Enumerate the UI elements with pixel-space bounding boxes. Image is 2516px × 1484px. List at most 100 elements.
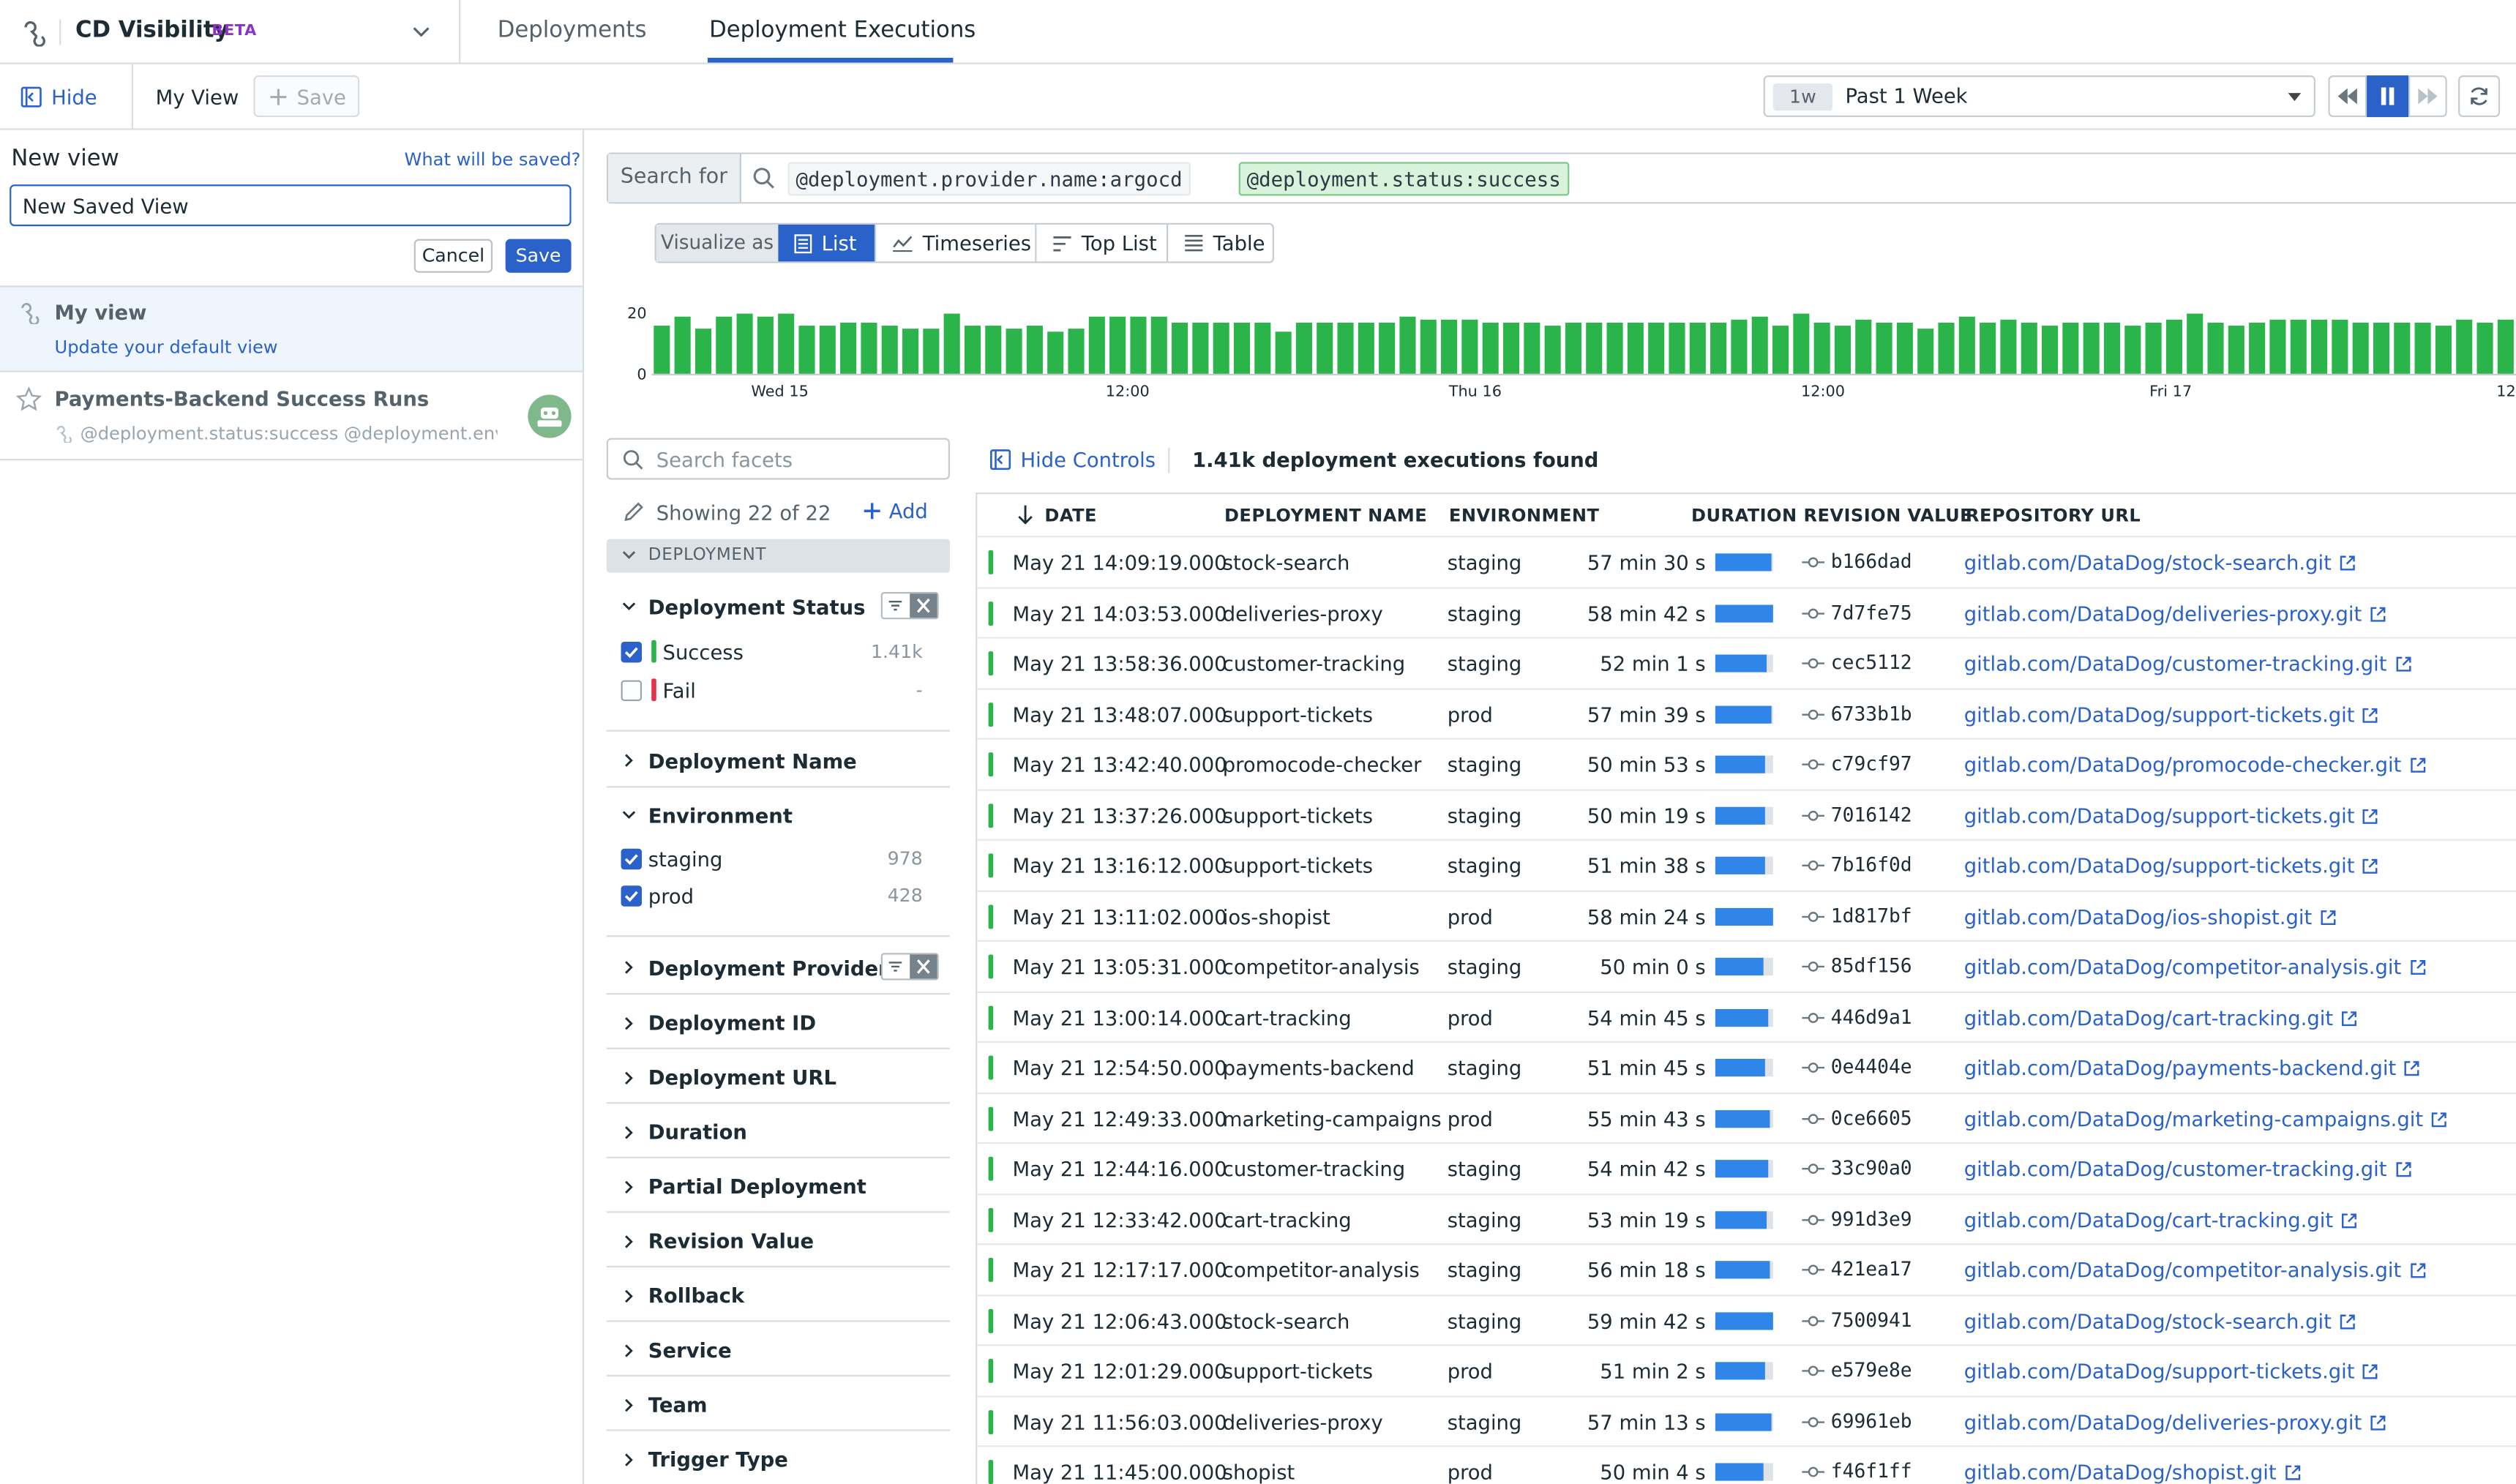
histogram-bar[interactable]: [1731, 319, 1748, 374]
facet-service[interactable]: Service: [606, 1324, 951, 1377]
viz-timeseries-button[interactable]: Timeseries: [874, 224, 1035, 262]
tab-deployment-executions[interactable]: Deployment Executions: [709, 18, 976, 43]
save-view-button[interactable]: Save: [253, 75, 360, 118]
app-switcher[interactable]: CD Visibility BETA: [0, 0, 461, 64]
facet-option-success[interactable]: Success 1.41k: [621, 637, 939, 669]
facet-controls[interactable]: [880, 591, 939, 620]
histogram-bar[interactable]: [1648, 322, 1665, 374]
histogram-bar[interactable]: [2414, 322, 2431, 374]
histogram-bar[interactable]: [1233, 322, 1251, 374]
table-row[interactable]: May 21 11:56:03.000 deliveries-proxy stagi…: [977, 1395, 2516, 1445]
cell-repository-url[interactable]: gitlab.com/DataDog/support-tickets.git: [1964, 1359, 2379, 1383]
histogram-bar[interactable]: [819, 326, 836, 374]
cell-repository-url[interactable]: gitlab.com/DataDog/cart-tracking.git: [1964, 1207, 2357, 1232]
cell-repository-url[interactable]: gitlab.com/DataDog/ios-shopist.git: [1964, 904, 2336, 928]
table-row[interactable]: May 21 13:58:36.000 customer-tracking stag…: [977, 637, 2516, 687]
cell-repository-url[interactable]: gitlab.com/DataDog/competitor-analysis.g…: [1964, 954, 2425, 978]
histogram-bar[interactable]: [1938, 322, 1955, 374]
histogram-bar[interactable]: [1834, 326, 1851, 374]
histogram-bar[interactable]: [2249, 322, 2266, 374]
column-header-revision-value[interactable]: REVISION VALUE: [1803, 506, 1972, 527]
table-row[interactable]: May 21 12:06:43.000 stock-search staging 59…: [977, 1294, 2516, 1344]
histogram-bar[interactable]: [1502, 322, 1520, 374]
view-name-input[interactable]: [10, 184, 572, 227]
cell-repository-url[interactable]: gitlab.com/DataDog/cart-tracking.git: [1964, 1005, 2357, 1029]
table-row[interactable]: May 21 13:48:07.000 support-tickets prod 57…: [977, 687, 2516, 738]
histogram-bar[interactable]: [1669, 322, 1685, 374]
chevron-down-icon[interactable]: [411, 21, 432, 42]
histogram-bar[interactable]: [778, 313, 795, 374]
table-row[interactable]: May 21 12:54:50.000 payments-backend stagi…: [977, 1041, 2516, 1092]
cell-repository-url[interactable]: gitlab.com/DataDog/customer-tracking.git: [1964, 651, 2411, 675]
histogram-bar[interactable]: [902, 329, 919, 374]
histogram-bar[interactable]: [716, 316, 733, 374]
facet-group-deployment[interactable]: DEPLOYMENT: [606, 539, 951, 573]
repository-link[interactable]: gitlab.com/DataDog/competitor-analysis.g…: [1964, 954, 2402, 978]
histogram-bar[interactable]: [1026, 326, 1043, 374]
facet-deployment-provider[interactable]: Deployment Provider: [606, 939, 951, 995]
histogram-bar[interactable]: [881, 326, 898, 374]
histogram-bar[interactable]: [1006, 329, 1022, 374]
facet-title[interactable]: Environment: [648, 803, 793, 828]
histogram-bar[interactable]: [2332, 319, 2348, 374]
histogram-bar[interactable]: [2456, 319, 2473, 374]
histogram-bar[interactable]: [861, 322, 877, 374]
facet-title[interactable]: Deployment Status: [648, 595, 866, 619]
histogram-bar[interactable]: [2290, 319, 2307, 374]
histogram-bar[interactable]: [1544, 326, 1561, 374]
histogram-bar[interactable]: [757, 316, 774, 374]
histogram-bar[interactable]: [2124, 326, 2141, 374]
histogram-bar[interactable]: [1192, 322, 1209, 374]
histogram-bar[interactable]: [1441, 319, 1458, 374]
histogram-bar[interactable]: [2165, 319, 2182, 374]
query-term-provider[interactable]: @deployment.provider.name:argocd: [787, 162, 1191, 196]
histogram-bar[interactable]: [674, 316, 691, 374]
table-row[interactable]: May 21 13:05:31.000 competitor-analysis st…: [977, 940, 2516, 991]
histogram-bar[interactable]: [1958, 316, 1975, 374]
histogram-bar[interactable]: [2083, 322, 2100, 374]
repository-link[interactable]: gitlab.com/DataDog/marketing-campaigns.g…: [1964, 1106, 2423, 1131]
chevron-down-icon[interactable]: [621, 807, 637, 823]
saved-view-my-view[interactable]: My view Update your default view: [0, 285, 583, 372]
histogram-bar[interactable]: [964, 326, 981, 374]
histogram-bar[interactable]: [1751, 316, 1768, 374]
histogram-bar[interactable]: [1130, 316, 1147, 374]
cell-repository-url[interactable]: gitlab.com/DataDog/support-tickets.git: [1964, 702, 2379, 726]
star-icon[interactable]: [15, 386, 42, 412]
query-term-status[interactable]: @deployment.status:success: [1238, 162, 1569, 196]
histogram-bar[interactable]: [1379, 322, 1396, 374]
repository-link[interactable]: gitlab.com/DataDog/competitor-analysis.g…: [1964, 1258, 2402, 1282]
saved-view-payments-backend[interactable]: Payments-Backend Success Runs @deploymen…: [0, 374, 583, 461]
histogram-bar[interactable]: [2187, 313, 2204, 374]
cell-repository-url[interactable]: gitlab.com/DataDog/stock-search.git: [1964, 1308, 2356, 1333]
repository-link[interactable]: gitlab.com/DataDog/support-tickets.git: [1964, 853, 2355, 877]
cell-repository-url[interactable]: gitlab.com/DataDog/support-tickets.git: [1964, 803, 2379, 827]
table-row[interactable]: May 21 14:03:53.000 deliveries-proxy stagi…: [977, 586, 2516, 637]
checkbox-unchecked[interactable]: [621, 680, 643, 702]
histogram-bar[interactable]: [2145, 322, 2162, 374]
histogram-bar[interactable]: [1793, 313, 1810, 374]
histogram-bar[interactable]: [1088, 316, 1105, 374]
histogram-bar[interactable]: [1627, 322, 1644, 374]
histogram-bar[interactable]: [1896, 322, 1913, 374]
histogram-bar[interactable]: [2497, 319, 2514, 374]
cell-repository-url[interactable]: gitlab.com/DataDog/competitor-analysis.g…: [1964, 1258, 2425, 1282]
repository-link[interactable]: gitlab.com/DataDog/cart-tracking.git: [1964, 1207, 2333, 1232]
what-will-be-saved-link[interactable]: What will be saved?: [405, 149, 581, 170]
checkbox-checked[interactable]: [621, 848, 643, 870]
histogram-bar[interactable]: [1461, 319, 1478, 374]
histogram-bar[interactable]: [2373, 322, 2390, 374]
histogram-bar[interactable]: [2228, 326, 2244, 374]
histogram-bar[interactable]: [654, 326, 670, 374]
histogram-bar[interactable]: [1213, 322, 1229, 374]
facet-option-prod[interactable]: prod 428: [621, 881, 939, 913]
histogram-bar[interactable]: [1855, 319, 1872, 374]
histogram-bar[interactable]: [2311, 319, 2328, 374]
facet-team[interactable]: Team: [606, 1378, 951, 1431]
histogram-bar[interactable]: [1606, 322, 1623, 374]
histogram-bar[interactable]: [1917, 329, 1934, 374]
repository-link[interactable]: gitlab.com/DataDog/support-tickets.git: [1964, 1359, 2355, 1383]
histogram-bar[interactable]: [2352, 322, 2369, 374]
repository-link[interactable]: gitlab.com/DataDog/customer-tracking.git: [1964, 651, 2387, 675]
viz-list-button[interactable]: List: [778, 224, 875, 262]
